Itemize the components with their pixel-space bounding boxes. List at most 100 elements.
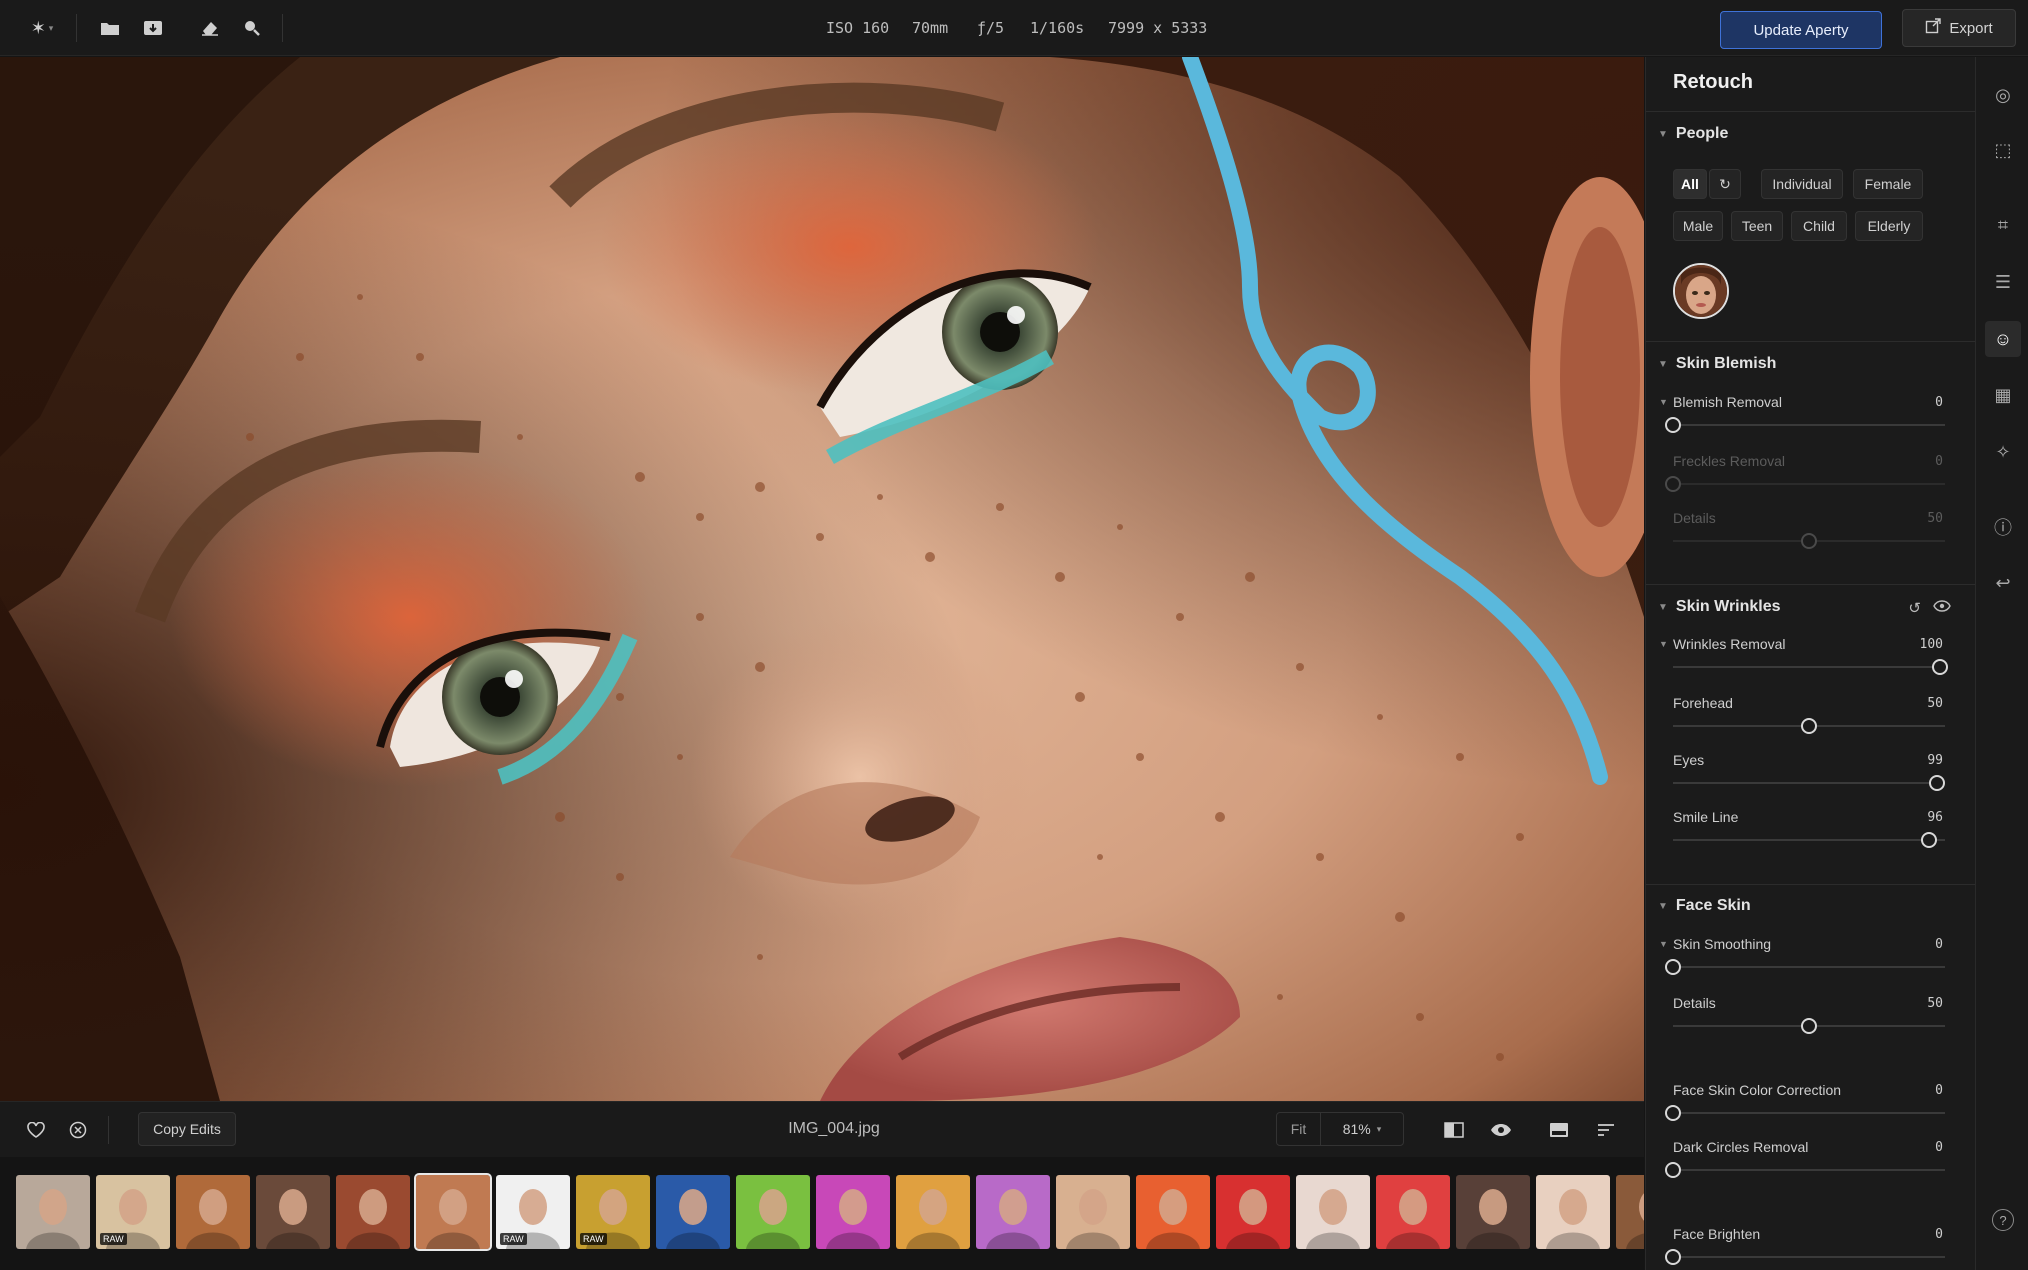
filmstrip-thumbnail[interactable] [1616,1175,1644,1249]
presets-icon[interactable]: ◎ [1985,77,2021,113]
zoom-dropdown[interactable]: 81% ▾ [1321,1113,1403,1145]
filmstrip-thumbnail[interactable] [336,1175,410,1249]
chip-teen[interactable]: Teen [1731,211,1783,241]
dark-circles-removal-slider-handle[interactable] [1665,1162,1681,1178]
filmstrip-thumbnail[interactable] [414,1173,492,1251]
details-slider[interactable] [1673,533,1945,549]
smile-line-slider-handle[interactable] [1920,832,1937,848]
reject-icon[interactable] [64,1116,92,1144]
filmstrip-thumbnail[interactable]: RAW [96,1175,170,1249]
divider [1646,584,1975,585]
eyes-slider-handle[interactable] [1928,775,1945,791]
face-brighten-slider-handle[interactable] [1665,1249,1681,1265]
zoom-icon[interactable] [238,14,266,42]
dark-circles-removal-slider[interactable] [1665,1162,1945,1178]
update-aperty-button[interactable]: Update Aperty [1720,11,1882,49]
help-icon[interactable]: ? [1992,1209,2014,1231]
details-slider-handle[interactable] [1801,1018,1817,1034]
retouch-icon[interactable]: ☺ [1985,321,2021,357]
photo-canvas[interactable] [0,57,1644,1101]
toolbar-divider [76,14,77,42]
filmstrip-thumbnail[interactable] [1216,1175,1290,1249]
caret-down-icon[interactable]: ▼ [1659,639,1668,649]
skin-smoothing-slider-handle[interactable] [1665,959,1681,975]
crop-icon[interactable]: ⌗ [1985,207,2021,243]
filmstrip-thumbnail[interactable] [976,1175,1050,1249]
filmstrip-thumbnail[interactable] [1536,1175,1610,1249]
details-label: Details [1673,510,1716,526]
face-avatar[interactable] [1673,263,1729,319]
dark-circles-removal-label: Dark Circles Removal [1673,1139,1809,1155]
filmstrip-thumbnail[interactable] [1296,1175,1370,1249]
eyes-label: Eyes [1673,752,1705,768]
face-skin-color-correction-slider[interactable] [1665,1105,1945,1121]
ai-sparkle-icon[interactable]: ✧ [1985,434,2021,470]
filmstrip-thumbnail[interactable] [16,1175,90,1249]
filmstrip-thumbnail[interactable] [1376,1175,1450,1249]
refresh-icon[interactable]: ↻ [1709,169,1741,199]
chip-male[interactable]: Male [1673,211,1723,241]
sort-icon[interactable] [1592,1116,1620,1144]
dark-circles-removal-value: 0 [1935,1140,1943,1155]
preview-eye-icon[interactable] [1487,1116,1515,1144]
caret-down-icon[interactable]: ▼ [1659,939,1668,949]
freckles-removal-value: 0 [1935,454,1943,469]
blemish-removal-slider-handle[interactable] [1665,417,1681,433]
undo-history-icon[interactable]: ↩ [1985,565,2021,601]
folder-icon[interactable] [96,14,124,42]
info-icon[interactable]: ⓘ [1985,509,2021,545]
fit-button[interactable]: Fit [1277,1113,1321,1145]
forehead-slider[interactable] [1673,718,1945,734]
visibility-eye-icon[interactable] [1933,599,1951,617]
smile-line-slider[interactable] [1673,832,1945,848]
select-icon[interactable]: ⬚ [1985,132,2021,168]
adjust-icon[interactable]: ☰ [1985,264,2021,300]
filmstrip-thumbnail[interactable] [1456,1175,1530,1249]
forehead-slider-handle[interactable] [1801,718,1817,734]
aperty-star-icon[interactable]: ✶ ▾ [28,14,56,42]
face-skin-color-correction-slider-handle[interactable] [1665,1105,1681,1121]
filmstrip-thumbnail[interactable] [256,1175,330,1249]
import-icon[interactable] [139,14,167,42]
reset-icon[interactable]: ↺ [1908,599,1921,617]
copy-edits-button[interactable]: Copy Edits [138,1112,236,1146]
skin-smoothing-slider[interactable] [1665,959,1945,975]
chip-female[interactable]: Female [1853,169,1923,199]
freckles-removal-slider[interactable] [1665,476,1945,492]
chip-elderly[interactable]: Elderly [1855,211,1923,241]
chip-individual[interactable]: Individual [1761,169,1843,199]
face-brighten-slider[interactable] [1665,1249,1945,1265]
chip-child[interactable]: Child [1791,211,1847,241]
details-slider[interactable] [1673,1018,1945,1034]
compare-icon[interactable] [1440,1116,1468,1144]
filmstrip-thumbnail[interactable] [1136,1175,1210,1249]
freckles-removal-slider-handle[interactable] [1665,476,1681,492]
export-button[interactable]: Export [1902,9,2016,47]
eraser-icon[interactable] [196,14,224,42]
skin-blemish-section-header[interactable]: ▼ Skin Blemish [1658,355,1776,373]
filmstrip-thumbnail[interactable] [816,1175,890,1249]
filmstrip-thumbnail[interactable]: RAW [576,1175,650,1249]
filmstrip-thumbnail[interactable] [656,1175,730,1249]
wrinkles-removal-slider[interactable] [1673,659,1948,675]
wrinkles-removal-slider-handle[interactable] [1931,659,1948,675]
heart-icon[interactable] [22,1116,50,1144]
chip-all[interactable]: All [1673,169,1707,199]
filmstrip-thumbnail[interactable] [736,1175,810,1249]
people-section-header[interactable]: ▼ People [1658,125,1728,143]
filmstrip-thumbnail[interactable] [176,1175,250,1249]
zoom-control[interactable]: Fit 81% ▾ [1276,1112,1404,1146]
caret-down-icon[interactable]: ▼ [1659,397,1668,407]
details-label: Details [1673,995,1716,1011]
filmstrip-thumbnail[interactable] [1056,1175,1130,1249]
eyes-slider[interactable] [1673,775,1945,791]
raw-badge: RAW [580,1233,607,1245]
filmstrip-toggle-icon[interactable] [1545,1116,1573,1144]
details-slider-handle[interactable] [1801,533,1817,549]
filmstrip-thumbnail[interactable] [896,1175,970,1249]
blemish-removal-slider[interactable] [1665,417,1945,433]
skin-wrinkles-section-header[interactable]: ▼ Skin Wrinkles [1658,598,1781,616]
layers-icon[interactable]: ▦ [1985,377,2021,413]
filmstrip-thumbnail[interactable]: RAW [496,1175,570,1249]
face-skin-section-header[interactable]: ▼ Face Skin [1658,897,1751,915]
